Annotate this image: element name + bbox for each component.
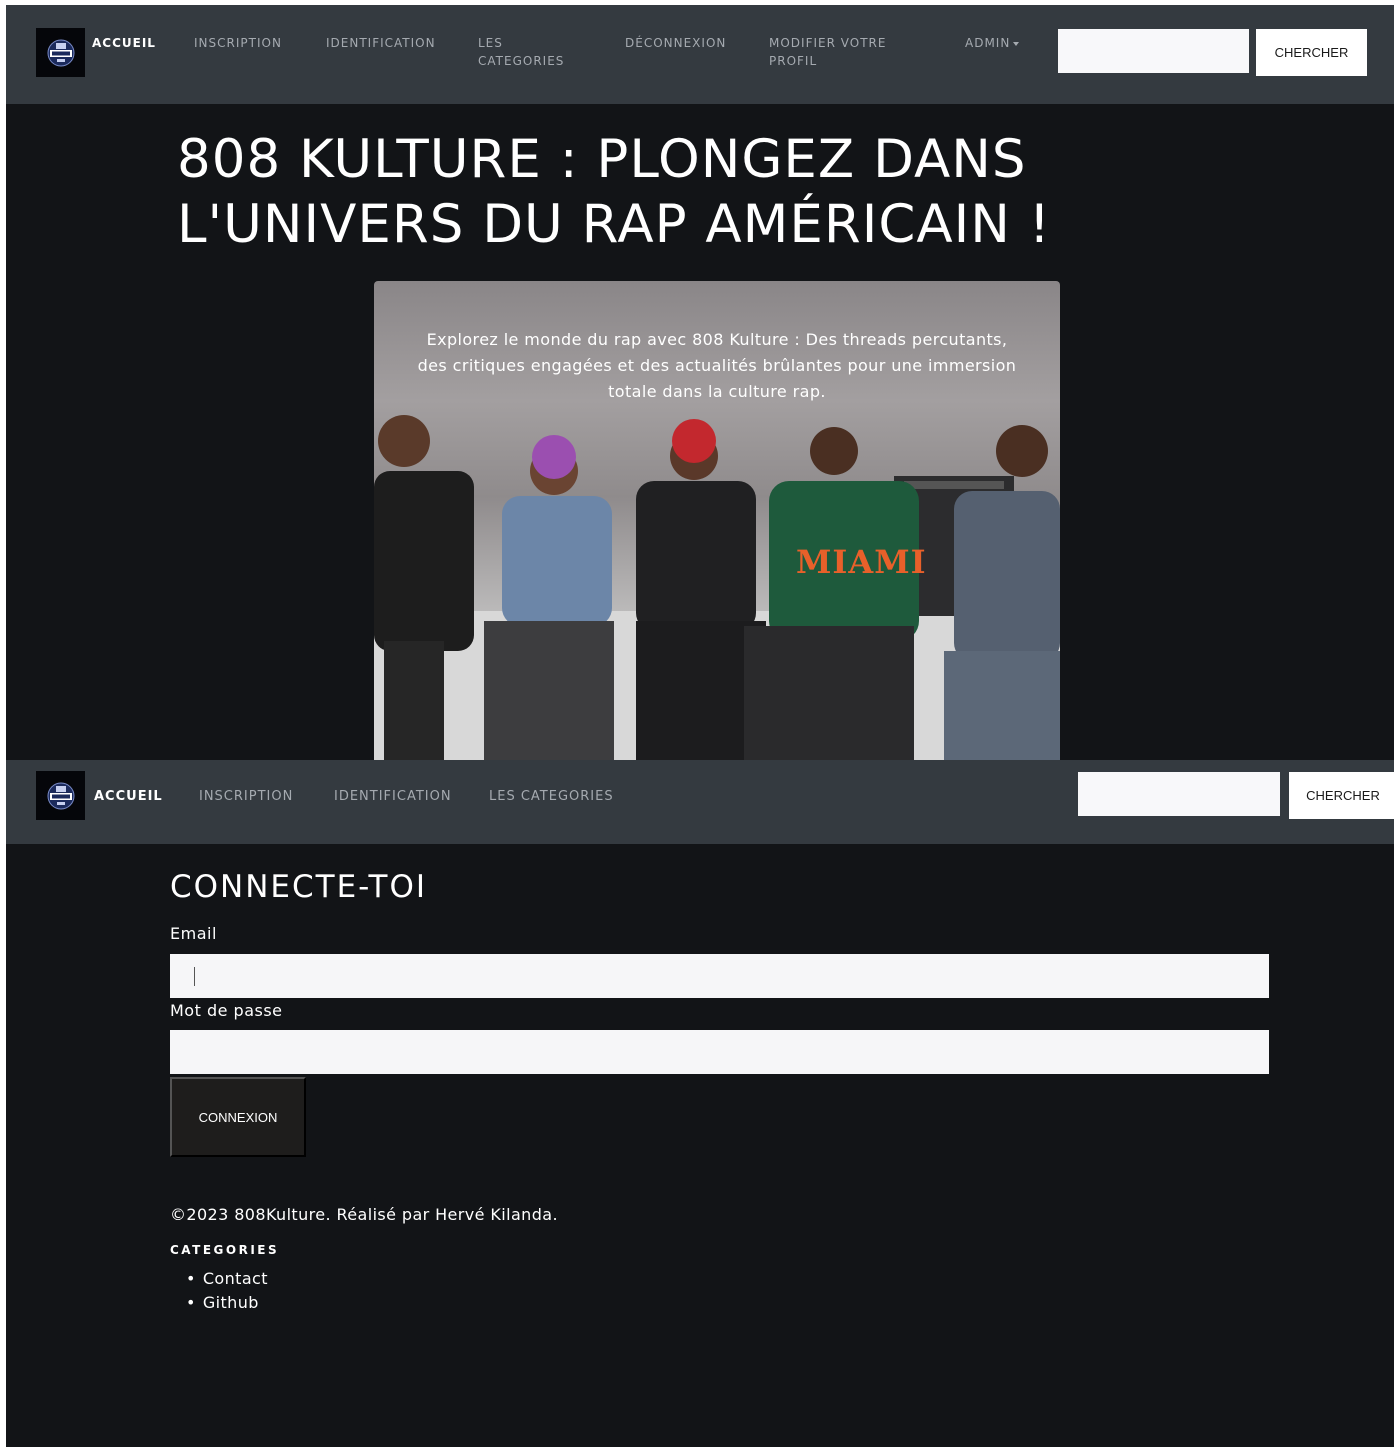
copyright-text: ©2023 808Kulture. Réalisé par Hervé Kila…: [170, 1205, 558, 1224]
main-navbar: ACCUEIL INSCRIPTION IDENTIFICATION LES C…: [6, 5, 1394, 104]
footer-heading: CATEGORIES: [170, 1243, 280, 1257]
nav-item-accueil[interactable]: ACCUEIL: [94, 788, 163, 806]
footer-link-contact[interactable]: Contact: [186, 1267, 268, 1291]
text-cursor: [194, 967, 195, 986]
miami-shirt-text: MIAMI: [796, 543, 927, 581]
hero-description: Explorez le monde du rap avec 808 Kultur…: [417, 330, 1017, 401]
password-field[interactable]: [170, 1030, 1269, 1074]
search-input[interactable]: [1078, 772, 1280, 816]
footer-links: Contact Github: [186, 1267, 268, 1315]
nav-item-identification[interactable]: IDENTIFICATION: [326, 34, 436, 52]
site-logo[interactable]: [36, 771, 85, 820]
nav-item-accueil[interactable]: ACCUEIL: [92, 34, 156, 52]
nav-item-les-categories[interactable]: LES CATEGORIES: [478, 34, 564, 70]
footer-link-github[interactable]: Github: [186, 1291, 268, 1315]
connexion-button[interactable]: CONNEXION: [170, 1077, 306, 1157]
page-frame: ACCUEIL INSCRIPTION IDENTIFICATION LES C…: [6, 5, 1394, 1447]
nav-item-admin-dropdown[interactable]: ADMIN: [965, 34, 1020, 52]
site-logo[interactable]: [36, 28, 85, 77]
nav-item-inscription[interactable]: INSCRIPTION: [194, 34, 282, 52]
email-field[interactable]: [170, 954, 1269, 998]
hero-image: MIAMI Explorez le monde du rap avec 808 …: [374, 281, 1060, 761]
808-kulture-logo-icon: [47, 782, 74, 809]
nav-item-les-categories[interactable]: LES CATEGORIES: [489, 788, 614, 806]
search-input[interactable]: [1058, 29, 1249, 73]
808-kulture-logo-icon: [47, 39, 74, 66]
secondary-navbar: ACCUEIL INSCRIPTION IDENTIFICATION LES C…: [6, 760, 1394, 844]
admin-label: ADMIN: [965, 36, 1011, 50]
nav-item-deconnexion[interactable]: DÉCONNEXION: [625, 34, 726, 52]
email-label: Email: [170, 924, 217, 943]
nav-item-identification[interactable]: IDENTIFICATION: [334, 788, 452, 806]
search-button[interactable]: CHERCHER: [1289, 772, 1394, 819]
nav-item-inscription[interactable]: INSCRIPTION: [199, 788, 293, 806]
caret-down-icon: [1013, 41, 1020, 46]
hero-title: 808 KULTURE : PLONGEZ DANS L'UNIVERS DU …: [177, 129, 1051, 255]
password-label: Mot de passe: [170, 1001, 283, 1020]
search-button[interactable]: CHERCHER: [1256, 29, 1367, 76]
nav-item-modifier-profil[interactable]: MODIFIER VOTRE PROFIL: [769, 34, 886, 70]
login-title: CONNECTE-TOI: [170, 869, 427, 905]
